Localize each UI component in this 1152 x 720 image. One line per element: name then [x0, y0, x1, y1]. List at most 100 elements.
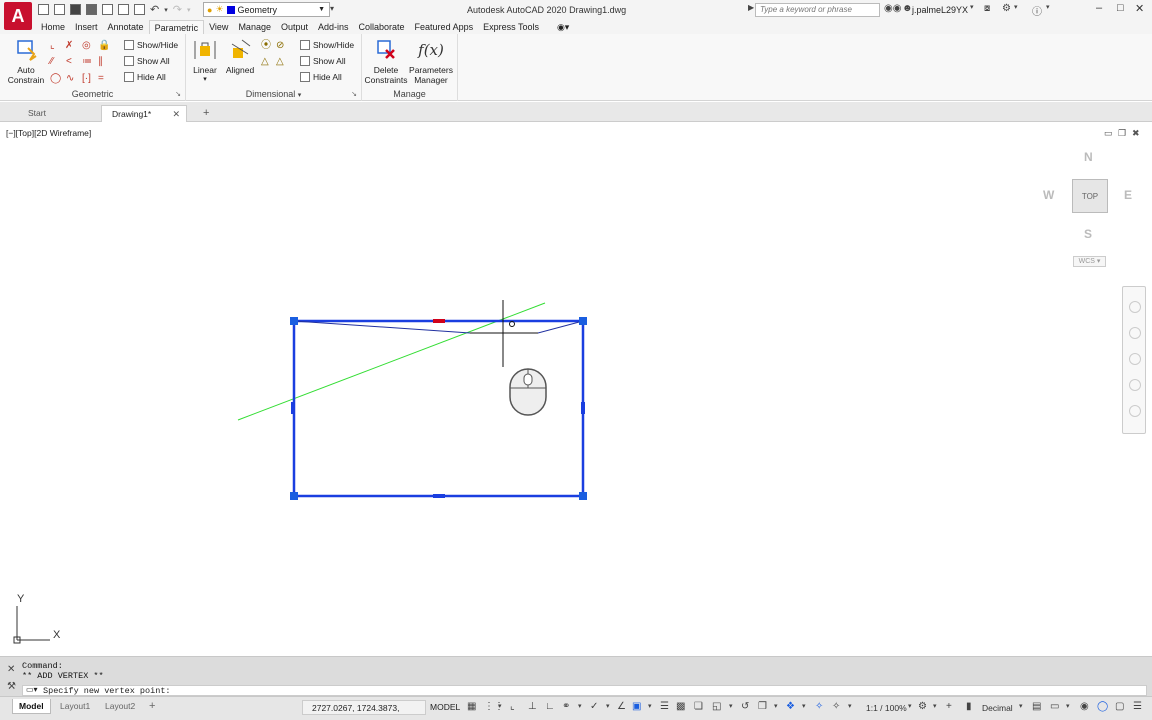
- help-dropdown-icon[interactable]: ▾: [1046, 3, 1050, 11]
- hardware-acceleration-icon[interactable]: ◯: [1097, 702, 1108, 712]
- isodraft-dropdown-icon[interactable]: ▾: [606, 702, 610, 712]
- autodesk-a360-icon[interactable]: ⚙: [1002, 3, 1011, 14]
- tab-annotate[interactable]: Annotate: [103, 20, 149, 34]
- close-icon[interactable]: ✕: [1135, 2, 1144, 15]
- infer-constraints-icon[interactable]: ⌞: [510, 702, 515, 712]
- lock-dropdown-icon[interactable]: ▾: [1066, 702, 1070, 712]
- open-icon[interactable]: [54, 4, 65, 15]
- customize-wrench-icon[interactable]: ⚒: [7, 681, 16, 692]
- polar-tracking-icon[interactable]: ⚭: [562, 702, 570, 712]
- linear-button[interactable]: Linear ▾: [191, 38, 219, 85]
- geo-hide-all-button[interactable]: Hide All: [124, 72, 166, 82]
- dimensional-panel-title[interactable]: Dimensional ▾: [186, 89, 361, 99]
- redo-icon[interactable]: ↷: [173, 3, 182, 16]
- selection-cycling-icon[interactable]: ❏: [694, 702, 703, 712]
- coordinates-display[interactable]: 2727.0267, 1724.3873, 0.0000: [302, 700, 426, 720]
- dim-show-all-button[interactable]: Show All: [300, 56, 346, 66]
- user-name[interactable]: j.palmeL29YX: [912, 5, 968, 15]
- tab-collaborate[interactable]: Collaborate: [354, 20, 410, 34]
- ribbon-minimize-icon[interactable]: ◉▾: [552, 20, 574, 34]
- 3d-osnap-icon[interactable]: ◱: [712, 702, 721, 712]
- start-tab[interactable]: Start: [18, 105, 102, 122]
- tangent-icon[interactable]: ◯: [50, 74, 61, 84]
- midpoint-grip[interactable]: [291, 402, 295, 414]
- help-icon[interactable]: ⓘ: [1032, 3, 1042, 18]
- tab-add-ins[interactable]: Add-ins: [313, 20, 354, 34]
- workspace-dropdown-icon[interactable]: ▾: [933, 702, 937, 712]
- layout1-tab[interactable]: Layout1: [54, 699, 96, 714]
- autoscale-dropdown-icon[interactable]: ▾: [848, 702, 852, 712]
- diameter-icon[interactable]: ⊘: [276, 41, 284, 51]
- save-icon[interactable]: [70, 4, 81, 15]
- transparency-icon[interactable]: ▩: [676, 702, 685, 712]
- geometric-panel-title[interactable]: Geometric: [0, 89, 185, 99]
- lineweight-icon[interactable]: ☰: [660, 702, 669, 712]
- gizmo-dropdown-icon[interactable]: ▾: [802, 702, 806, 712]
- ortho-icon[interactable]: ∟: [545, 702, 555, 712]
- equal-icon[interactable]: =: [98, 74, 104, 84]
- tab-output[interactable]: Output: [276, 20, 313, 34]
- midpoint-grip-hot[interactable]: [433, 319, 445, 323]
- vertex-grip[interactable]: [579, 317, 587, 325]
- search-input[interactable]: Type a keyword or phrase: [755, 3, 880, 17]
- minimize-icon[interactable]: –: [1096, 2, 1102, 14]
- horizontal-icon[interactable]: ≔: [82, 57, 92, 67]
- radius-icon[interactable]: ⦿: [261, 41, 271, 51]
- dim-show-hide-button[interactable]: Show/Hide: [300, 40, 354, 50]
- qat-customize-icon[interactable]: ▾: [330, 4, 334, 13]
- midpoint-grip[interactable]: [433, 494, 445, 498]
- close-tab-icon[interactable]: ✕: [172, 106, 180, 123]
- customization-menu-icon[interactable]: ☰: [1133, 702, 1142, 712]
- clean-screen-icon[interactable]: ▢: [1115, 702, 1124, 712]
- tab-parametric[interactable]: Parametric: [148, 20, 205, 34]
- manage-panel-title[interactable]: Manage: [362, 89, 457, 99]
- drawing-tab[interactable]: Drawing1* ✕: [101, 105, 187, 122]
- drawing-area[interactable]: [−][Top][2D Wireframe] ▭ ❐ ✖ N W E S TOP…: [0, 122, 1152, 656]
- layer-workspace-dropdown[interactable]: ● ☀ Geometry ▼: [203, 2, 330, 17]
- collinear-icon[interactable]: ✗: [65, 41, 73, 51]
- dialog-launcher-icon[interactable]: ↘: [175, 90, 181, 98]
- dynamic-ucs-icon[interactable]: ↺: [741, 702, 749, 712]
- binoculars-icon[interactable]: ◉◉: [884, 3, 901, 14]
- annotation-scale[interactable]: 1:1 / 100%: [866, 703, 907, 713]
- polar-dropdown-icon[interactable]: ▾: [578, 702, 582, 712]
- close-command-line-icon[interactable]: ✕: [7, 664, 15, 675]
- tab-express-tools[interactable]: Express Tools: [478, 20, 544, 34]
- search-expand-icon[interactable]: ▶: [748, 3, 754, 12]
- smooth-icon[interactable]: ∿: [66, 74, 74, 84]
- gizmo-icon[interactable]: ❖: [786, 702, 795, 712]
- vertical-icon[interactable]: ∥: [98, 57, 103, 67]
- dim-hide-all-button[interactable]: Hide All: [300, 72, 342, 82]
- cloud-save-icon[interactable]: [102, 4, 113, 15]
- aligned-button[interactable]: Aligned: [224, 38, 256, 75]
- maximize-icon[interactable]: □: [1117, 2, 1124, 14]
- units-value[interactable]: Decimal: [982, 703, 1013, 713]
- scale-dropdown-icon[interactable]: ▾: [908, 702, 912, 712]
- model-space-button[interactable]: MODEL: [427, 700, 463, 715]
- selection-filter-icon[interactable]: ❐: [758, 702, 767, 712]
- command-prompt-icon[interactable]: ▭▾: [26, 686, 38, 696]
- tab-view[interactable]: View: [204, 20, 233, 34]
- isolate-objects-icon[interactable]: ◉: [1080, 702, 1089, 712]
- workspace-gear-icon[interactable]: ⚙: [918, 702, 927, 712]
- vertex-grip[interactable]: [290, 317, 298, 325]
- isodraft-icon[interactable]: ✓: [590, 702, 598, 712]
- geo-show-all-button[interactable]: Show All: [124, 56, 170, 66]
- parallel-icon[interactable]: ∕∕: [50, 57, 53, 67]
- convert-icon[interactable]: △: [276, 57, 284, 67]
- tab-manage[interactable]: Manage: [233, 20, 276, 34]
- tab-insert[interactable]: Insert: [70, 20, 103, 34]
- tab-featured-apps[interactable]: Featured Apps: [410, 20, 479, 34]
- new-icon[interactable]: [38, 4, 49, 15]
- a360-dropdown-icon[interactable]: ▾: [1014, 3, 1018, 11]
- command-input[interactable]: ▭▾ Specify new vertex point:: [22, 685, 1147, 696]
- plot-icon[interactable]: [134, 4, 145, 15]
- delete-constraints-button[interactable]: Delete Constraints: [364, 38, 408, 85]
- filter-dropdown-icon[interactable]: ▾: [774, 702, 778, 712]
- user-dropdown-icon[interactable]: ▾: [970, 3, 974, 11]
- quick-properties-icon[interactable]: ▤: [1032, 702, 1041, 712]
- angular-icon[interactable]: △: [261, 57, 269, 67]
- cart-icon[interactable]: ⧇: [984, 3, 990, 14]
- application-menu-button[interactable]: A: [4, 2, 32, 30]
- snap-dropdown-icon[interactable]: ▾: [498, 702, 502, 712]
